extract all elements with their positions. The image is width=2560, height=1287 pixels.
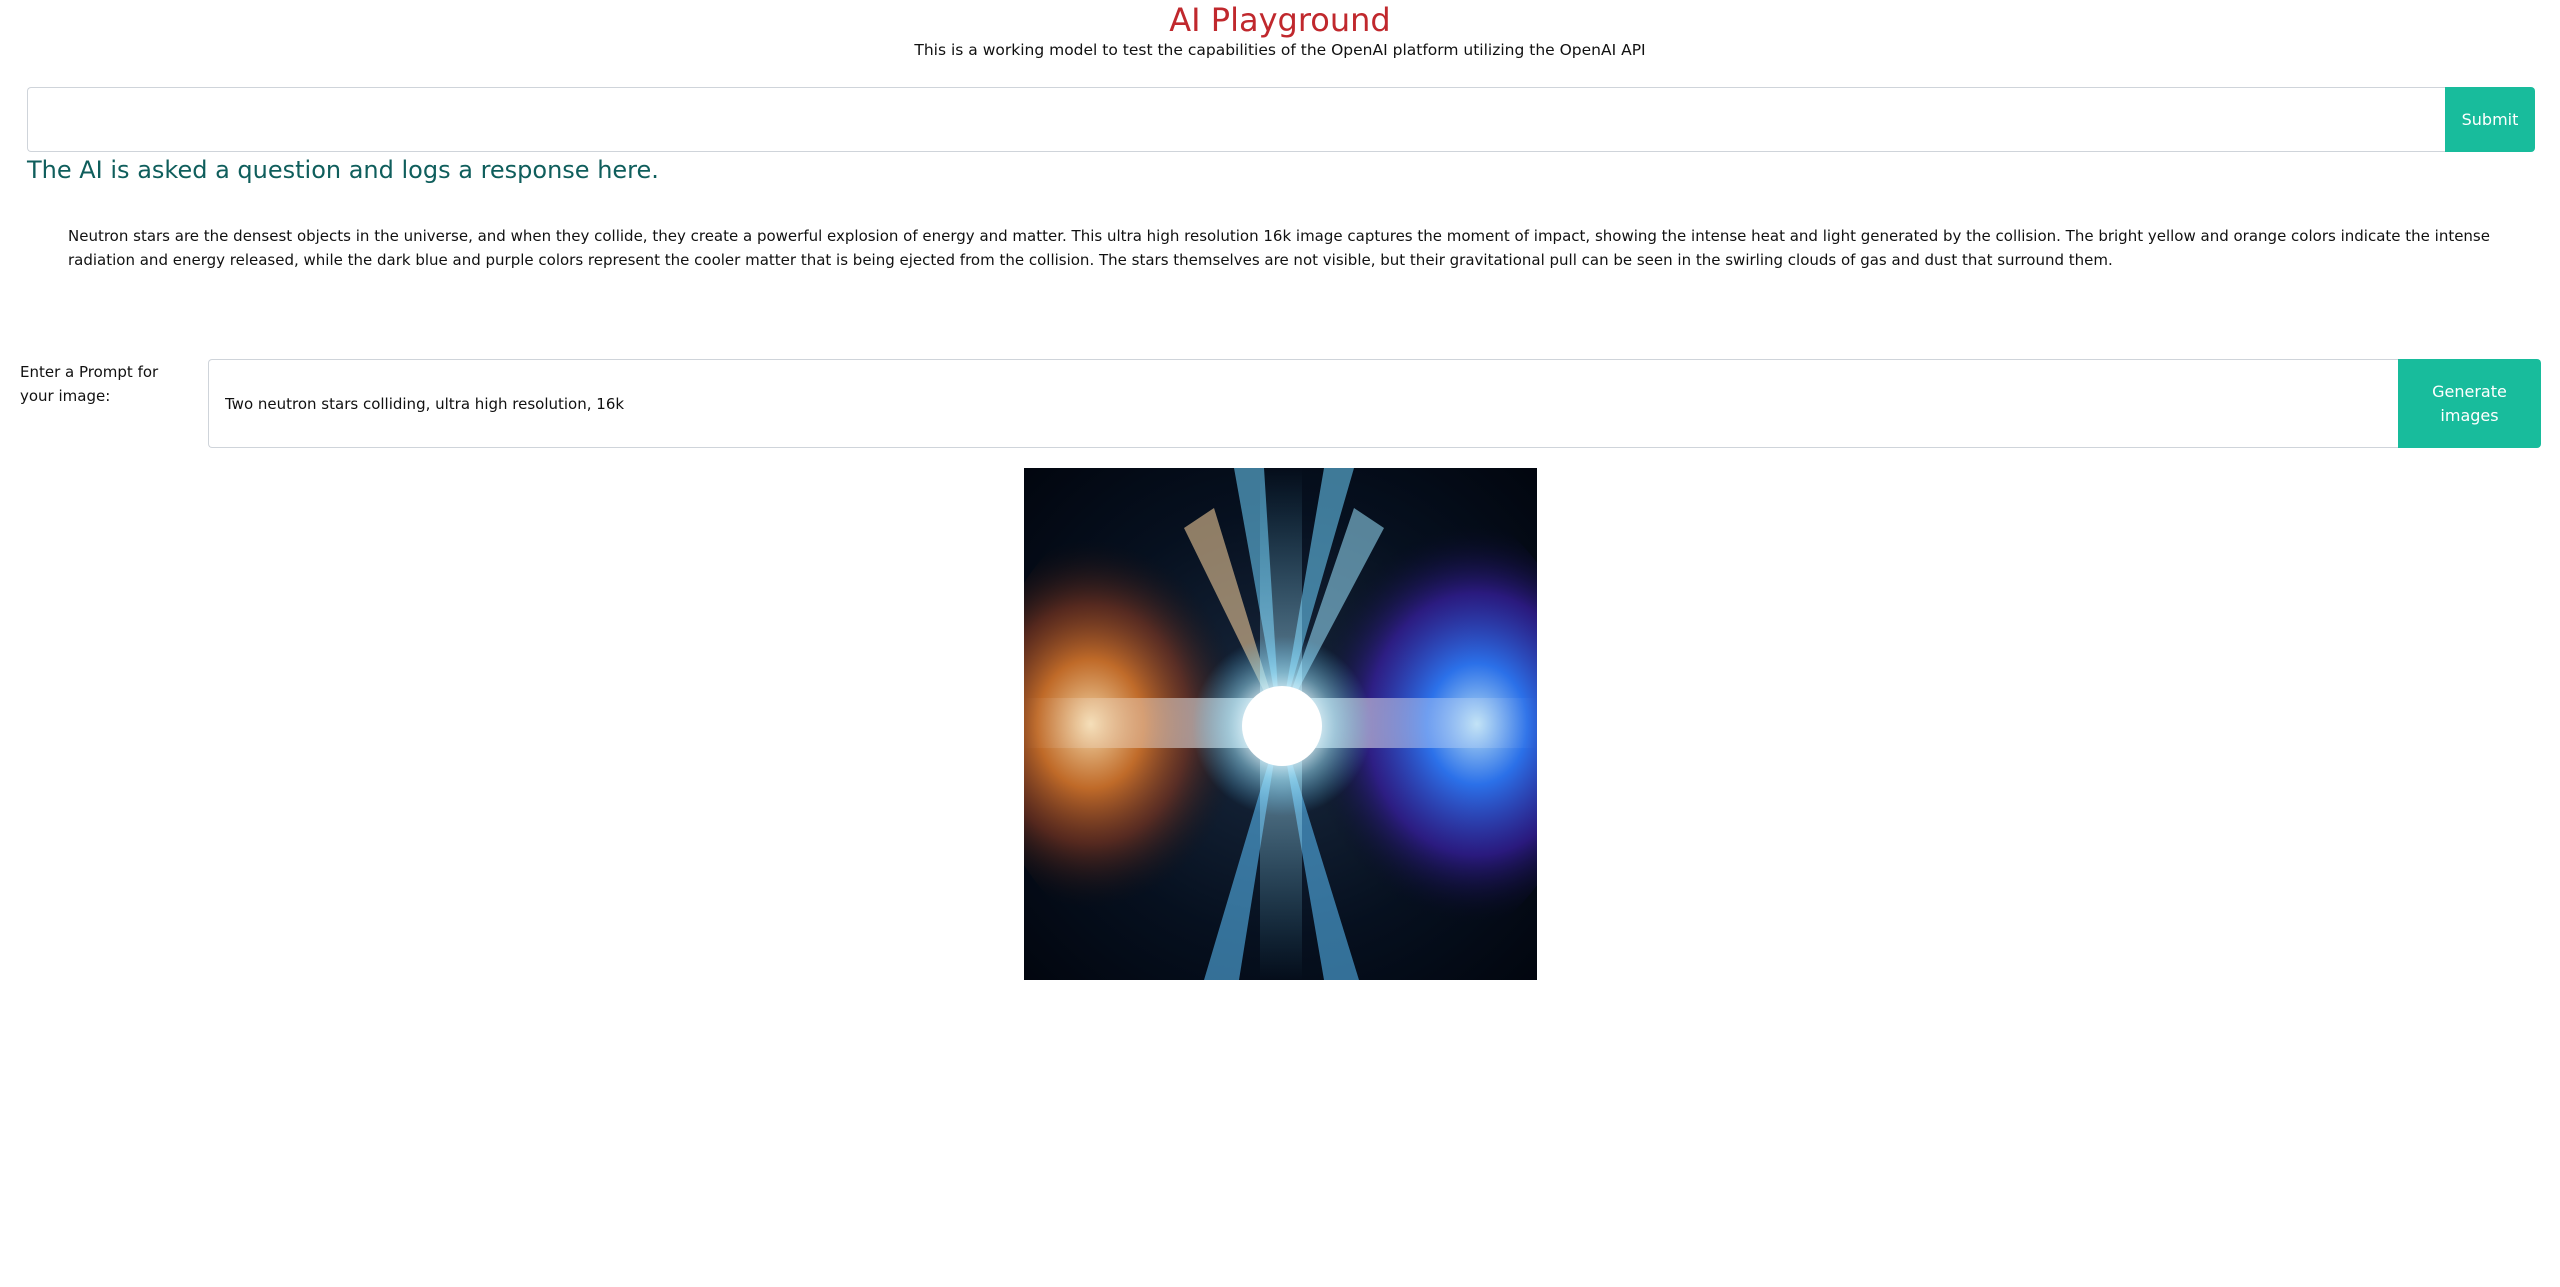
submit-button[interactable]: Submit <box>2445 87 2535 152</box>
image-prompt-input[interactable] <box>208 359 2398 448</box>
page: AI Playground This is a working model to… <box>0 0 2560 1287</box>
response-heading: The AI is asked a question and logs a re… <box>27 156 659 184</box>
image-prompt-form: Generate images <box>208 359 2541 448</box>
generated-image <box>1024 468 1537 980</box>
response-text: Neutron stars are the densest objects in… <box>68 227 2490 269</box>
page-title: AI Playground <box>1169 1 1391 39</box>
question-input[interactable] <box>27 87 2445 152</box>
page-subtitle: This is a working model to test the capa… <box>914 41 1646 59</box>
ask-form: Submit <box>27 87 2535 152</box>
generate-images-button[interactable]: Generate images <box>2398 359 2541 448</box>
image-prompt-label: Enter a Prompt for your image: <box>20 363 159 405</box>
